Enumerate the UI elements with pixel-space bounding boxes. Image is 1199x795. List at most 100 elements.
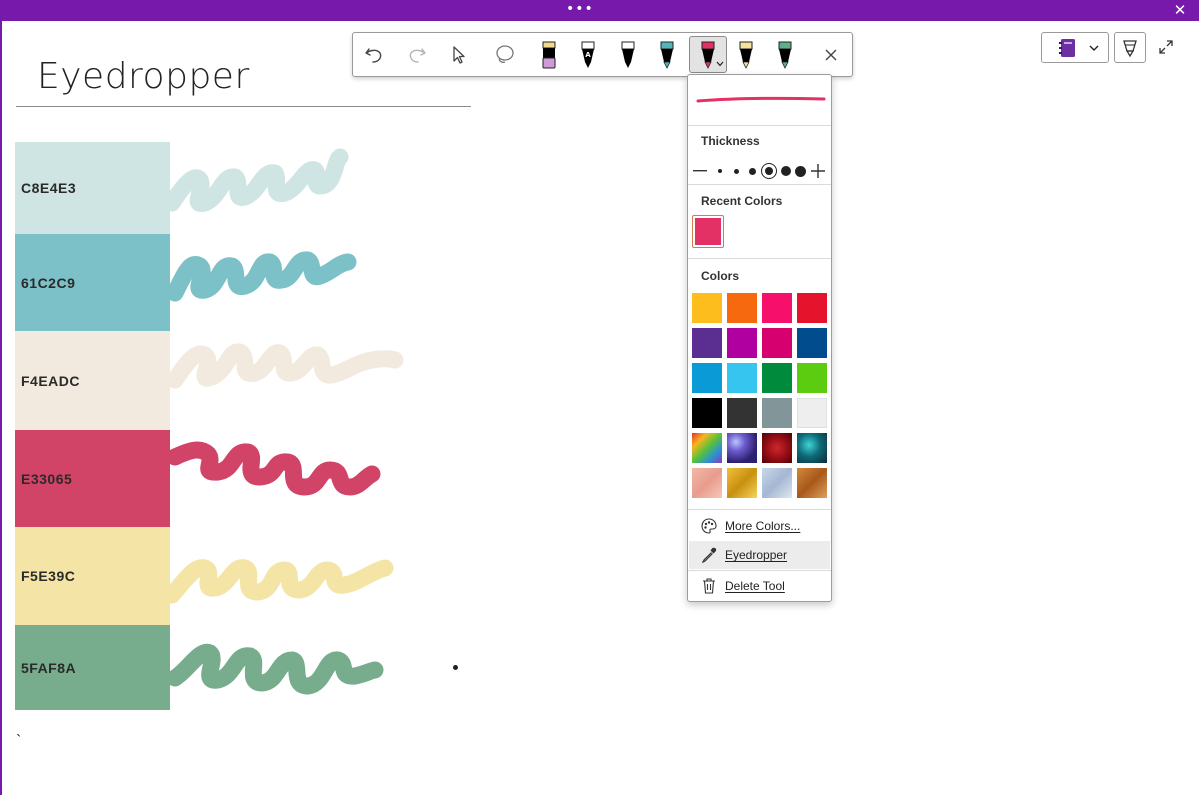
gold-texture-swatch[interactable] — [727, 468, 757, 498]
bronze-texture-swatch[interactable] — [797, 468, 827, 498]
text-pen-icon: A — [581, 41, 595, 68]
thickness-increase-button[interactable] — [810, 161, 826, 181]
delete-tool-menu-item[interactable]: Delete Tool — [689, 572, 830, 600]
highlighter-pen-button[interactable] — [533, 39, 565, 71]
color-swatch[interactable] — [762, 293, 792, 323]
swatch-hex-label: 5FAF8A — [21, 659, 77, 676]
color-swatch[interactable] — [797, 363, 827, 393]
ink-dot[interactable] — [453, 665, 458, 670]
ink-stroke[interactable] — [160, 238, 410, 328]
ink-stroke[interactable] — [160, 530, 410, 620]
black-pen-icon — [621, 41, 635, 68]
green-pen-icon — [778, 41, 792, 69]
chevron-down-icon[interactable] — [716, 61, 724, 67]
swatch-hex-label: F5E39C — [21, 568, 76, 584]
thickness-option[interactable] — [716, 161, 724, 181]
color-swatch[interactable] — [762, 328, 792, 358]
thickness-selector — [692, 161, 828, 181]
color-swatch[interactable]: F4EADC — [15, 331, 170, 430]
chevron-down-icon — [1089, 45, 1099, 51]
thickness-option[interactable] — [794, 161, 806, 181]
select-objects-icon — [453, 46, 465, 64]
color-swatch[interactable] — [727, 293, 757, 323]
color-swatch[interactable] — [797, 293, 827, 323]
draw-toolbar: A — [352, 32, 853, 77]
palette-icon — [701, 518, 717, 534]
title-bar: ••• ✕ — [0, 0, 1199, 21]
ink-stroke[interactable] — [160, 628, 410, 718]
ink-stroke[interactable] — [160, 432, 410, 522]
delete-tool-label: Delete Tool — [725, 579, 785, 593]
lasso-select-button[interactable] — [489, 39, 521, 71]
color-swatch[interactable] — [727, 363, 757, 393]
full-page-button[interactable] — [1155, 36, 1177, 58]
swatch-hex-label: E33065 — [21, 470, 73, 487]
notebook-icon — [1059, 39, 1075, 57]
color-swatch[interactable] — [692, 328, 722, 358]
rose-gold-texture-swatch[interactable] — [692, 468, 722, 498]
color-swatch[interactable] — [692, 398, 722, 428]
yellow-pen-icon — [739, 41, 753, 69]
thickness-option[interactable] — [732, 161, 740, 181]
black-pen-button[interactable] — [612, 39, 644, 71]
swatch-hex-label: 61C2C9 — [21, 274, 76, 291]
pink-pen-icon — [701, 41, 715, 69]
plus-icon — [811, 164, 825, 178]
swatch-hex-label: F4EADC — [21, 372, 81, 389]
color-swatch[interactable] — [762, 398, 792, 428]
redo-button[interactable] — [401, 39, 433, 71]
window-close-button[interactable]: ✕ — [1170, 0, 1190, 21]
eyedropper-menu-item[interactable]: Eyedropper — [689, 541, 830, 569]
color-swatch[interactable] — [797, 328, 827, 358]
undo-icon — [365, 48, 382, 63]
color-swatch[interactable] — [727, 328, 757, 358]
page-text[interactable]: ` — [16, 733, 21, 751]
page-title[interactable]: Eyedropper — [37, 56, 250, 97]
color-swatch[interactable]: C8E4E3 — [15, 142, 170, 234]
color-swatch[interactable] — [727, 398, 757, 428]
select-objects-button[interactable] — [443, 39, 475, 71]
more-options-icon[interactable]: ••• — [566, 1, 594, 17]
color-swatch[interactable]: 61C2C9 — [15, 234, 170, 331]
undo-button[interactable] — [358, 39, 390, 71]
yellow-pen-button[interactable] — [730, 39, 762, 71]
teal-pen-button[interactable] — [651, 39, 683, 71]
silver-texture-swatch[interactable] — [762, 468, 792, 498]
thickness-option[interactable] — [747, 161, 757, 181]
color-swatch[interactable] — [762, 363, 792, 393]
close-icon — [825, 49, 837, 61]
galaxy-texture-swatch[interactable] — [727, 433, 757, 463]
eyedropper-icon — [701, 547, 717, 563]
colors-heading: Colors — [701, 269, 740, 283]
ink-preview — [696, 96, 826, 103]
ink-stroke[interactable] — [160, 335, 410, 425]
close-toolbar-button[interactable] — [815, 39, 847, 71]
ocean-texture-swatch[interactable] — [797, 433, 827, 463]
redo-icon — [409, 48, 426, 63]
green-pen-button[interactable] — [769, 39, 801, 71]
color-swatch[interactable] — [797, 398, 827, 428]
rainbow-texture-swatch[interactable] — [692, 433, 722, 463]
notebook-switcher-button[interactable] — [1041, 32, 1109, 63]
color-swatch[interactable] — [692, 363, 722, 393]
color-swatch[interactable]: F5E39C — [15, 527, 170, 625]
ink-stroke[interactable] — [160, 145, 410, 235]
svg-text:A: A — [585, 51, 591, 59]
draw-mode-button[interactable] — [1114, 32, 1146, 63]
more-colors-menu-item[interactable]: More Colors... — [689, 512, 830, 540]
swatch-hex-label: C8E4E3 — [21, 180, 77, 196]
color-swatch[interactable]: 5FAF8A — [15, 625, 170, 710]
expand-icon — [1159, 40, 1173, 54]
pink-pen-button[interactable] — [689, 36, 727, 73]
thickness-decrease-button[interactable] — [692, 161, 708, 181]
teal-pen-icon — [660, 41, 674, 69]
thickness-option-selected[interactable] — [760, 161, 778, 181]
text-pen-button[interactable]: A — [572, 39, 604, 71]
color-swatch[interactable]: E33065 — [15, 430, 170, 527]
thickness-option[interactable] — [780, 161, 792, 181]
red-lava-texture-swatch[interactable] — [762, 433, 792, 463]
color-swatch[interactable] — [692, 293, 722, 323]
trash-icon — [703, 578, 715, 594]
recent-color-swatch[interactable] — [692, 215, 724, 248]
highlighter-pen-icon — [542, 41, 556, 69]
